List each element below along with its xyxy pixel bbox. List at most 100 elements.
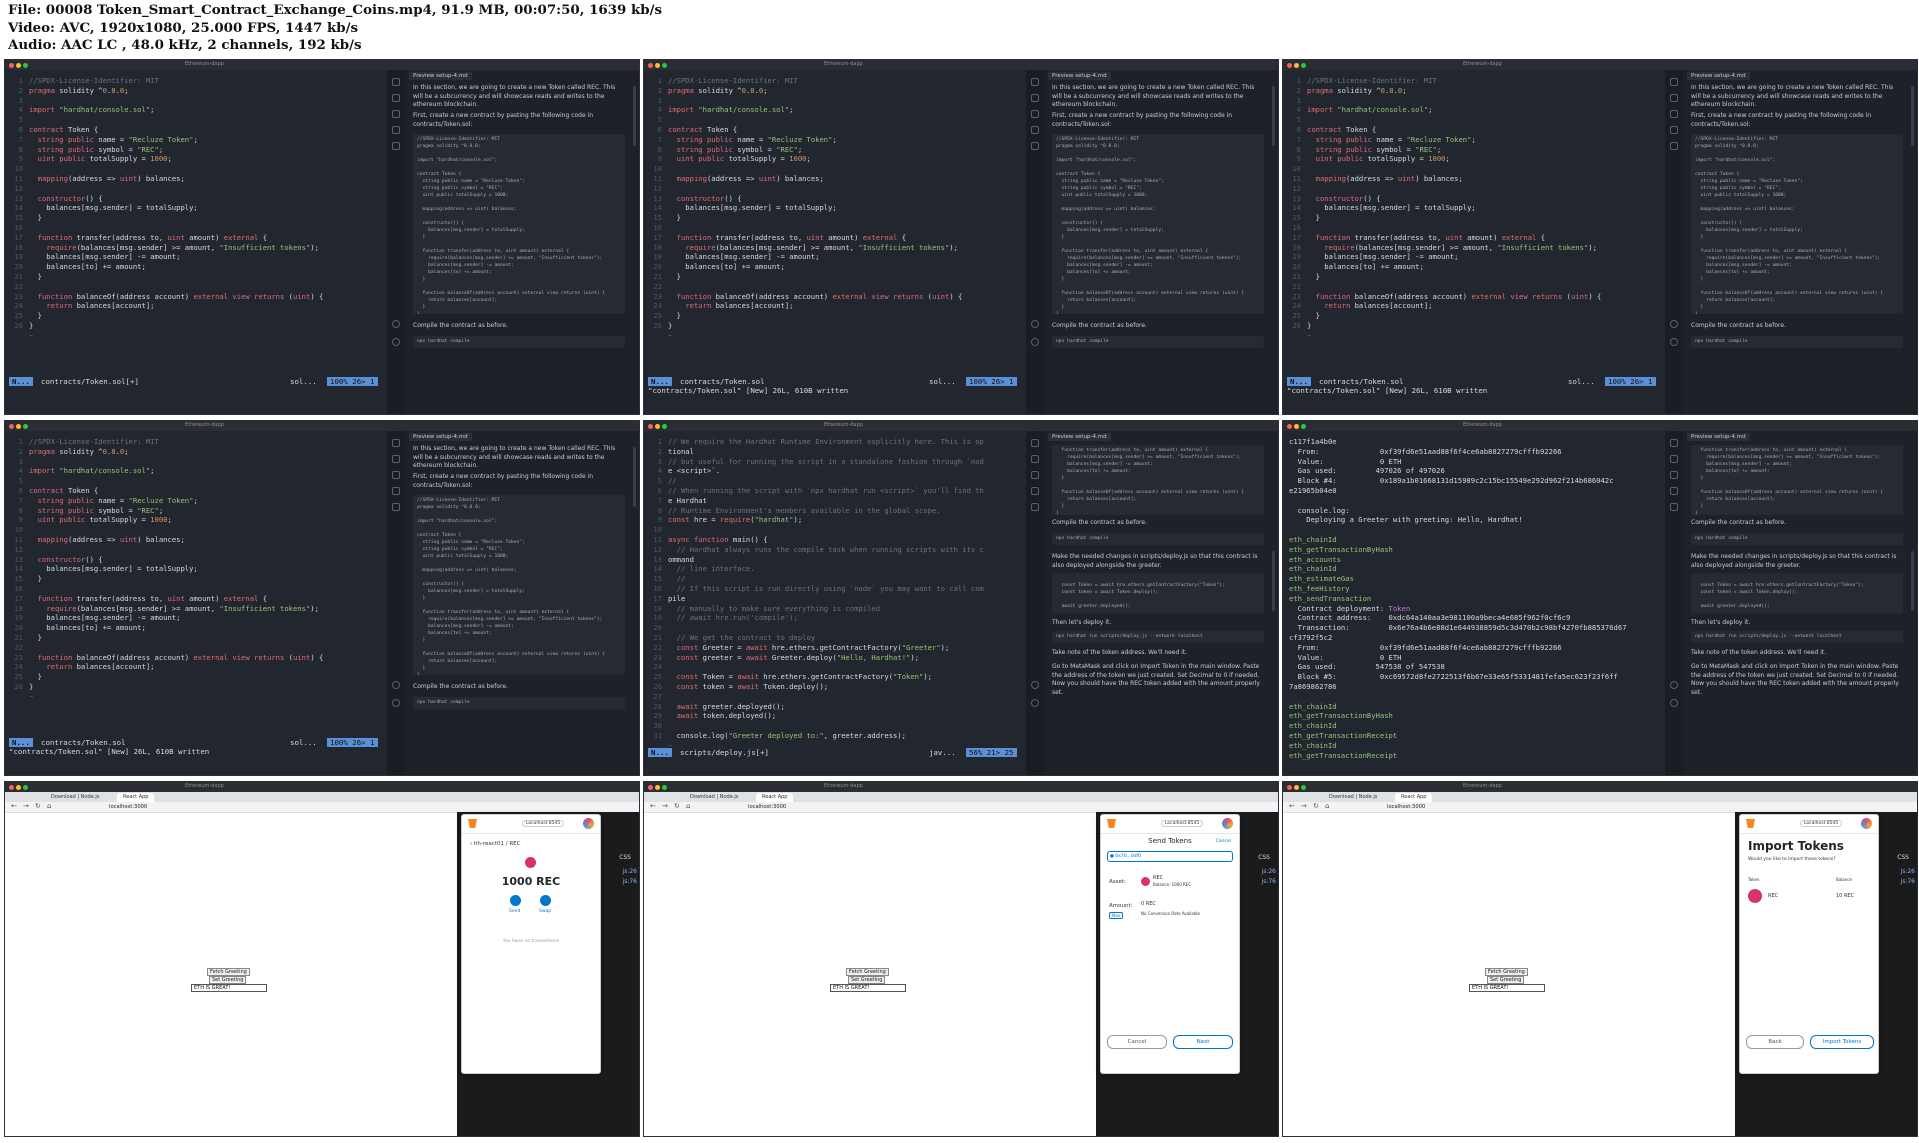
activity-icon[interactable] [1031, 503, 1039, 511]
forward-icon[interactable]: → [662, 802, 668, 810]
account-avatar[interactable] [1222, 818, 1233, 829]
greeting-input[interactable]: ETH IS GREAT! [191, 984, 267, 992]
fetch-greeting-button[interactable]: Fetch Greeting [846, 968, 889, 976]
settings-icon[interactable] [1031, 681, 1039, 689]
window-control-icon[interactable] [1294, 424, 1299, 429]
network-selector[interactable]: Localhost 8545 [522, 820, 565, 827]
settings-icon[interactable] [392, 338, 400, 346]
activity-icon[interactable] [392, 503, 400, 511]
next-button[interactable]: Next [1173, 1035, 1233, 1049]
browser-tab-node[interactable]: Download | Node.js [1323, 793, 1383, 802]
window-control-icon[interactable] [648, 785, 653, 790]
activity-icon[interactable] [1031, 455, 1039, 463]
set-greeting-button[interactable]: Set Greeting [209, 976, 247, 984]
preview-tab[interactable]: Preview setup-4.md [1048, 72, 1111, 80]
greeting-input[interactable]: ETH IS GREAT! [1469, 984, 1545, 992]
import-tokens-button[interactable]: Import Tokens [1810, 1035, 1874, 1049]
code-editor[interactable]: 1 2 3 4 5 6 7 8 9 10 11 12 13 14 15 16 17 18 19 20 21 22 23 24 2… [1283, 70, 1665, 414]
network-selector[interactable]: Localhost 8545 [1800, 820, 1843, 827]
window-control-icon[interactable] [1287, 63, 1292, 68]
address-url[interactable]: localhost:3000 [1387, 804, 1425, 810]
activity-icon[interactable] [1670, 439, 1678, 447]
settings-icon[interactable] [1031, 699, 1039, 707]
activity-icon[interactable] [1670, 110, 1678, 118]
window-control-icon[interactable] [662, 785, 667, 790]
preview-tab[interactable]: Preview setup-4.md [1048, 433, 1111, 441]
preview-scrollbar[interactable] [1911, 551, 1914, 611]
window-control-icon[interactable] [23, 785, 28, 790]
browser-tab-react[interactable]: React App [1395, 793, 1433, 802]
markdown-preview[interactable]: Preview setup-4.md function transfer(add… [1683, 431, 1917, 775]
devtools-js-ref[interactable]: js:76 [623, 878, 637, 885]
browser-tab-react[interactable]: React App [117, 793, 155, 802]
code-text[interactable]: //SPDX-License-Identifier: MIT pragma so… [29, 437, 383, 702]
activity-icon[interactable] [392, 78, 400, 86]
activity-icon[interactable] [392, 142, 400, 150]
amount-input[interactable]: 0 REC [1141, 901, 1156, 907]
code-editor[interactable]: 1 2 3 4 5 6 7 8 9 10 11 12 13 14 15 16 17 18 19 20 21 22 23 24 2… [5, 431, 387, 775]
markdown-preview[interactable]: Preview setup-4.md function transfer(add… [1044, 431, 1278, 775]
activity-icon[interactable] [1031, 439, 1039, 447]
send-label[interactable]: Send [509, 909, 520, 914]
window-control-icon[interactable] [655, 785, 660, 790]
activity-icon[interactable] [392, 455, 400, 463]
preview-tab[interactable]: Preview setup-4.md [409, 433, 472, 441]
preview-scrollbar[interactable] [633, 86, 636, 146]
window-control-icon[interactable] [662, 424, 667, 429]
code-editor[interactable]: 1 2 3 4 5 6 7 8 9 10 11 12 13 14 15 16 17 18 19 20 21 22 23 24 2… [644, 431, 1026, 775]
window-control-icon[interactable] [9, 785, 14, 790]
preview-tab[interactable]: Preview setup-4.md [1687, 72, 1750, 80]
window-control-icon[interactable] [9, 63, 14, 68]
devtools-js-ref[interactable]: js:26 [1262, 868, 1276, 875]
window-control-icon[interactable] [23, 424, 28, 429]
address-url[interactable]: localhost:3000 [109, 804, 147, 810]
metamask-popup[interactable]: Localhost 8545 ‹ hh-react01 / REC 1000 REC… [461, 814, 601, 1074]
home-icon[interactable]: ⌂ [686, 802, 690, 810]
swap-label[interactable]: Swap [539, 909, 551, 914]
activity-icon[interactable] [392, 471, 400, 479]
activity-icon[interactable] [1670, 471, 1678, 479]
window-control-icon[interactable] [16, 424, 21, 429]
window-control-icon[interactable] [1287, 424, 1292, 429]
settings-icon[interactable] [1670, 681, 1678, 689]
window-control-icon[interactable] [648, 424, 653, 429]
preview-tab[interactable]: Preview setup-4.md [1687, 433, 1750, 441]
markdown-preview[interactable]: Preview setup-4.md In this section, we ar… [1044, 70, 1278, 414]
max-button[interactable]: Max [1109, 912, 1124, 919]
markdown-preview[interactable]: Preview setup-4.md In this section, we ar… [405, 431, 639, 775]
asset-selector[interactable]: REC [1153, 875, 1163, 881]
reload-icon[interactable]: ↻ [1313, 802, 1319, 810]
greeting-input[interactable]: ETH IS GREAT! [830, 984, 906, 992]
devtools-js-ref[interactable]: js:26 [623, 868, 637, 875]
window-control-icon[interactable] [16, 63, 21, 68]
preview-scrollbar[interactable] [633, 447, 636, 507]
settings-icon[interactable] [1670, 338, 1678, 346]
back-icon[interactable]: ← [1289, 802, 1295, 810]
cancel-button[interactable]: Cancel [1107, 1035, 1167, 1049]
code-text[interactable]: // We require the Hardhat Runtime Enviro… [668, 437, 1022, 751]
window-control-icon[interactable] [655, 424, 660, 429]
metamask-popup[interactable]: Localhost 8545 Import Tokens Would you lik… [1739, 814, 1879, 1074]
settings-icon[interactable] [392, 699, 400, 707]
cancel-link[interactable]: Cancel [1216, 839, 1231, 844]
preview-scrollbar[interactable] [1272, 86, 1275, 146]
preview-scrollbar[interactable] [1272, 551, 1275, 611]
browser-tab-react[interactable]: React App [756, 793, 794, 802]
activity-icon[interactable] [1031, 94, 1039, 102]
activity-icon[interactable] [392, 94, 400, 102]
activity-icon[interactable] [1031, 487, 1039, 495]
window-control-icon[interactable] [1301, 63, 1306, 68]
terminal-output[interactable]: c117f1a4b0e From: 0xf39fd6e51aad88f6f4ce… [1283, 431, 1665, 775]
window-control-icon[interactable] [662, 63, 667, 68]
code-editor[interactable]: 1 2 3 4 5 6 7 8 9 10 11 12 13 14 15 16 17 18 19 20 21 22 23 24 2… [644, 70, 1026, 414]
asset-breadcrumb[interactable]: ‹ hh-react01 / REC [470, 841, 520, 847]
activity-icon[interactable] [1031, 78, 1039, 86]
browser-tab-node[interactable]: Download | Node.js [684, 793, 744, 802]
window-control-icon[interactable] [1301, 785, 1306, 790]
send-icon[interactable] [510, 895, 521, 906]
back-icon[interactable]: ← [650, 802, 656, 810]
activity-icon[interactable] [392, 126, 400, 134]
activity-icon[interactable] [1670, 455, 1678, 463]
devtools-js-ref[interactable]: js:76 [1901, 878, 1915, 885]
window-control-icon[interactable] [1301, 424, 1306, 429]
